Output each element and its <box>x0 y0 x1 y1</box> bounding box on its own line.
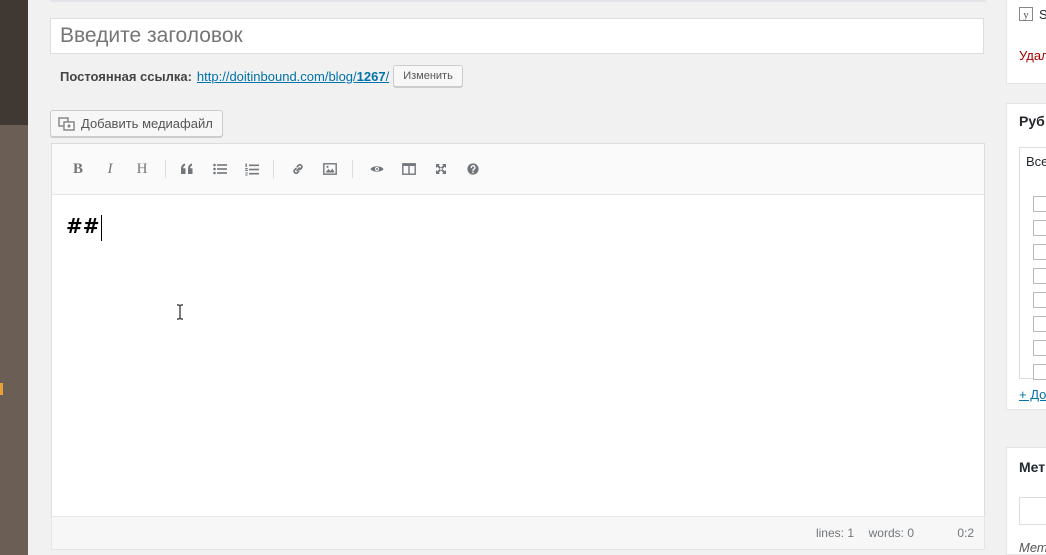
unordered-list-icon[interactable] <box>209 158 231 180</box>
category-checkbox[interactable] <box>1033 244 1046 260</box>
ibeam-cursor-icon <box>176 304 184 320</box>
delete-link[interactable]: Удал <box>1019 48 1046 63</box>
meta-input[interactable] <box>1019 497 1046 525</box>
yoast-icon: y <box>1019 7 1033 21</box>
text-caret <box>100 214 102 241</box>
editor-toolbar: B I H <box>52 144 984 195</box>
add-media-label: Добавить медиафайл <box>81 116 213 131</box>
category-checkbox[interactable] <box>1033 340 1046 356</box>
permalink-slug: 1267 <box>356 68 386 84</box>
toolbar-separator <box>352 160 353 178</box>
toolbar-separator <box>273 160 274 178</box>
cursor-position: 0:2 <box>957 526 974 540</box>
meta-title: Мет <box>1019 459 1046 475</box>
category-checkbox[interactable] <box>1033 364 1046 380</box>
line-count: lines: 1 <box>815 526 854 540</box>
permalink-base: http://doitinbound.com/blog/ <box>196 68 357 84</box>
permalink-label: Постоянная ссылка: <box>60 68 192 84</box>
categories-box: Все <box>1019 147 1046 380</box>
category-checkbox[interactable] <box>1033 292 1046 308</box>
editor-content[interactable]: ## <box>66 214 102 241</box>
change-permalink-button[interactable]: Изменить <box>393 65 463 87</box>
editor-statusbar: lines: 1 words: 0 0:2 <box>51 516 985 550</box>
heading-button[interactable]: H <box>131 158 153 180</box>
fullscreen-icon[interactable] <box>430 158 452 180</box>
admin-sidebar-accent <box>0 383 3 395</box>
categories-title: Руб <box>1019 113 1045 129</box>
word-count: words: 0 <box>868 526 914 540</box>
permalink-trailing: / <box>385 68 390 84</box>
meta-label: Мет <box>1019 540 1046 555</box>
admin-sidebar-dark-block <box>0 0 28 125</box>
categories-all-tab[interactable]: Все <box>1026 154 1046 169</box>
quote-icon[interactable] <box>176 158 198 180</box>
post-title-input[interactable] <box>50 18 984 54</box>
add-category-link[interactable]: + До <box>1019 387 1046 402</box>
ordered-list-icon[interactable] <box>241 158 263 180</box>
media-icon <box>58 116 76 132</box>
editor-text: ## <box>66 214 100 238</box>
category-checkbox[interactable] <box>1033 268 1046 284</box>
permalink-link[interactable]: http://doitinbound.com/blog/1267/ <box>197 69 389 84</box>
categories-panel: Руб Все + До <box>1006 103 1046 410</box>
category-checkbox[interactable] <box>1033 196 1046 212</box>
permalink-row: Постоянная ссылка: http://doitinbound.co… <box>60 64 463 88</box>
markdown-editor[interactable]: B I H ## <box>51 143 985 543</box>
image-icon[interactable] <box>319 158 341 180</box>
preview-eye-icon[interactable] <box>366 158 388 180</box>
seo-label-fragment: S <box>1039 7 1046 22</box>
admin-sidebar-strip <box>0 0 28 555</box>
side-by-side-icon[interactable] <box>398 158 420 180</box>
italic-button[interactable]: I <box>99 158 121 180</box>
meta-panel: Мет Мет <box>1006 447 1046 555</box>
toolbar-separator <box>165 160 166 178</box>
bold-button[interactable]: B <box>67 158 89 180</box>
top-divider <box>50 0 986 2</box>
link-icon[interactable] <box>287 158 309 180</box>
help-icon[interactable] <box>462 158 484 180</box>
add-media-button[interactable]: Добавить медиафайл <box>50 110 223 137</box>
publish-panel: y S Удал <box>1006 0 1046 84</box>
category-checkbox[interactable] <box>1033 220 1046 236</box>
category-checkbox[interactable] <box>1033 316 1046 332</box>
